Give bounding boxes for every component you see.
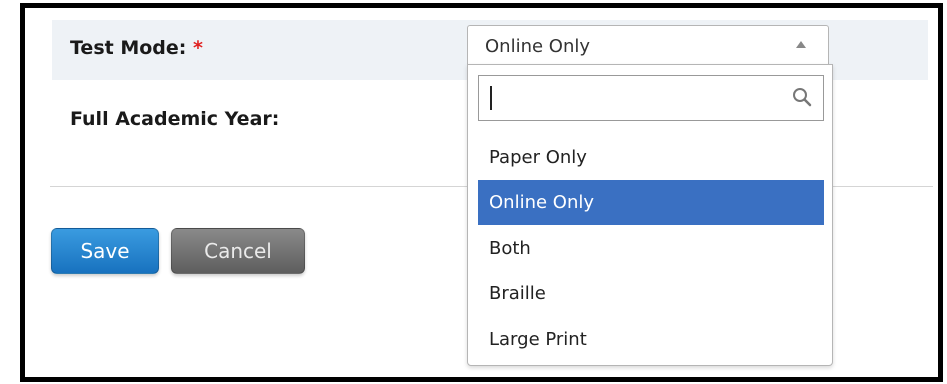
search-icon [793,88,812,107]
dropdown-search-input[interactable] [487,84,781,114]
caret-up-icon [796,41,806,48]
dropdown-search-field[interactable] [478,75,824,121]
cancel-button[interactable]: Cancel [171,228,305,274]
text-cursor [490,86,492,110]
test-mode-select[interactable]: Online Only [467,25,829,65]
section-divider [50,186,467,187]
option-online-only[interactable]: Online Only [478,180,824,225]
option-both[interactable]: Both [478,226,824,271]
option-paper-only[interactable]: Paper Only [478,135,824,180]
option-large-print[interactable]: Large Print [478,317,824,362]
required-asterisk: * [193,37,203,59]
test-mode-dropdown: Paper Only Online Only Both Braille Larg… [467,64,833,366]
save-button[interactable]: Save [51,228,159,274]
form-panel: Test Mode: * Full Academic Year: Online … [20,3,943,382]
full-academic-year-label: Full Academic Year: [70,108,280,130]
option-braille[interactable]: Braille [478,271,824,316]
test-mode-label: Test Mode: * [70,37,203,59]
section-divider-right [833,186,933,187]
test-mode-label-text: Test Mode: [70,37,187,59]
test-mode-select-value: Online Only [485,36,591,57]
